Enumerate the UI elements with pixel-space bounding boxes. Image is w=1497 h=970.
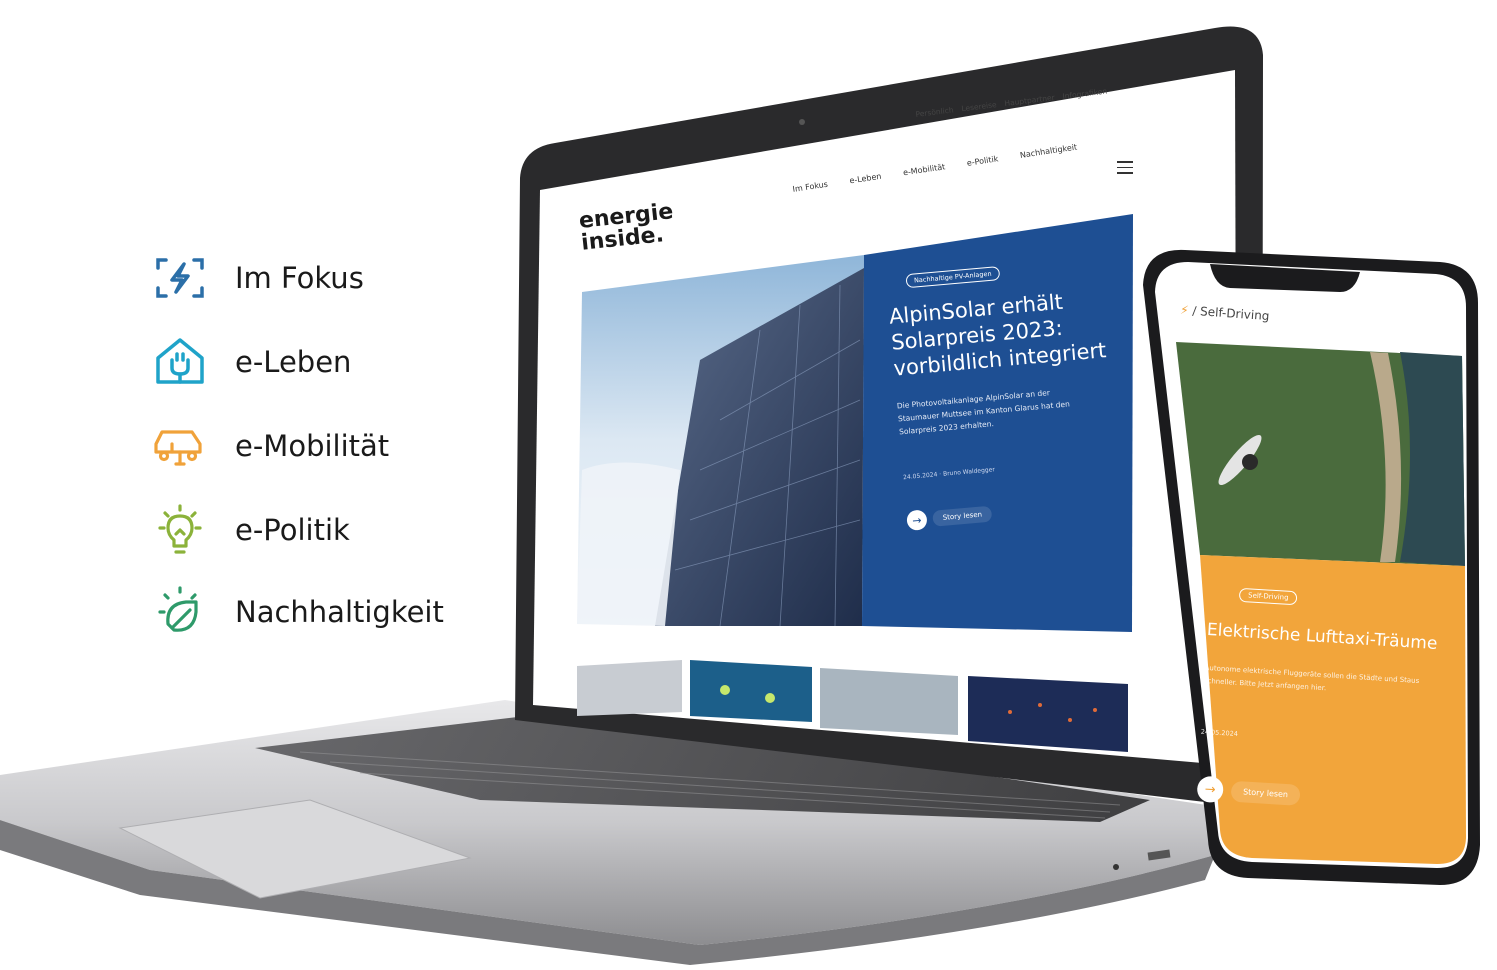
phone-card-date: 24.05.2024 [1200, 727, 1239, 738]
nav-e-leben[interactable]: e-Leben [849, 172, 882, 186]
phone-category-badge[interactable]: Self-Driving [1238, 587, 1298, 606]
hero-read-story-button[interactable]: → Story lesen [906, 491, 1137, 532]
legend-item-e-politik[interactable]: e-Politik [150, 502, 490, 558]
topnav-item[interactable]: Lesereise [961, 100, 997, 113]
nav-e-politik[interactable]: e-Politik [966, 154, 999, 168]
site-logo[interactable]: energie inside. [578, 199, 677, 256]
hamburger-menu-icon[interactable] [1117, 161, 1133, 178]
legend-label: e-Politik [235, 513, 350, 547]
legend-item-nachhaltigkeit[interactable]: Nachhaltigkeit [150, 584, 490, 640]
hero-image [577, 255, 864, 626]
legend-label: e-Mobilität [235, 429, 390, 463]
hero-badge-row: Nachhaltige PV-Anlagen [885, 250, 1116, 290]
arrow-right-icon: → [1196, 775, 1224, 804]
phone-button-label: Story lesen [1230, 780, 1301, 806]
phone-story-card: Self-Driving Elektrische Lufttaxi-Träume… [1196, 580, 1459, 817]
legend-label: Nachhaltigkeit [235, 595, 444, 629]
legend-item-e-leben[interactable]: e-Leben [150, 334, 490, 390]
hero-description: Die Photovoltaikanlage AlpinSolar an der… [896, 388, 1071, 437]
legend-item-im-fokus[interactable]: Im Fokus [150, 250, 490, 306]
nav-nachhaltigkeit[interactable]: Nachhaltigkeit [1019, 143, 1077, 160]
legend-label: e-Leben [235, 345, 352, 379]
focus-lightning-icon [150, 250, 210, 306]
main-navigation: Im Fokus e-Leben e-Mobilität e-Politik N… [792, 143, 1078, 194]
topnav-item[interactable]: Infografiken [1062, 86, 1108, 100]
hero-meta: 24.05.2024 · Bruno Waldegger [902, 466, 996, 482]
hero-category-badge[interactable]: Nachhaltige PV-Anlagen [905, 266, 1001, 289]
car-plug-icon [150, 418, 210, 474]
phone-breadcrumb[interactable]: ⚡ / Self-Driving [1180, 303, 1270, 323]
nav-im-fokus[interactable]: Im Fokus [792, 180, 828, 194]
phone-card-title[interactable]: Elektrische Lufttaxi-Träume [1206, 620, 1457, 655]
hero-button-label: Story lesen [932, 505, 993, 527]
house-plug-icon [150, 334, 210, 390]
laptop-device [0, 26, 1480, 965]
phone-read-story-button[interactable]: → Story lesen [1196, 775, 1447, 817]
breadcrumb-label: / Self-Driving [1191, 303, 1270, 324]
topnav-item[interactable]: Hauptpartner [1004, 93, 1055, 108]
phone-card-description: Autonome elektrische Fluggeräte sollen d… [1203, 663, 1420, 693]
hero-panel: Nachhaltige PV-Anlagen AlpinSolar erhält… [885, 250, 1137, 532]
arrow-right-icon: → [906, 509, 928, 532]
nav-e-mobilitaet[interactable]: e-Mobilität [902, 162, 945, 177]
hero-title[interactable]: AlpinSolar erhält Solarpreis 2023: vorbi… [888, 284, 1124, 382]
car-plug-icon: ⚡ [1179, 302, 1190, 318]
topnav-item[interactable]: Persönlich [915, 105, 954, 119]
lightbulb-icon [150, 502, 210, 558]
legend-item-e-mobilitaet[interactable]: e-Mobilität [150, 418, 490, 474]
leaf-sun-icon [150, 584, 210, 640]
top-navigation: Persönlich Lesereise Hauptpartner Infogr… [915, 86, 1108, 118]
legend-label: Im Fokus [235, 261, 364, 295]
